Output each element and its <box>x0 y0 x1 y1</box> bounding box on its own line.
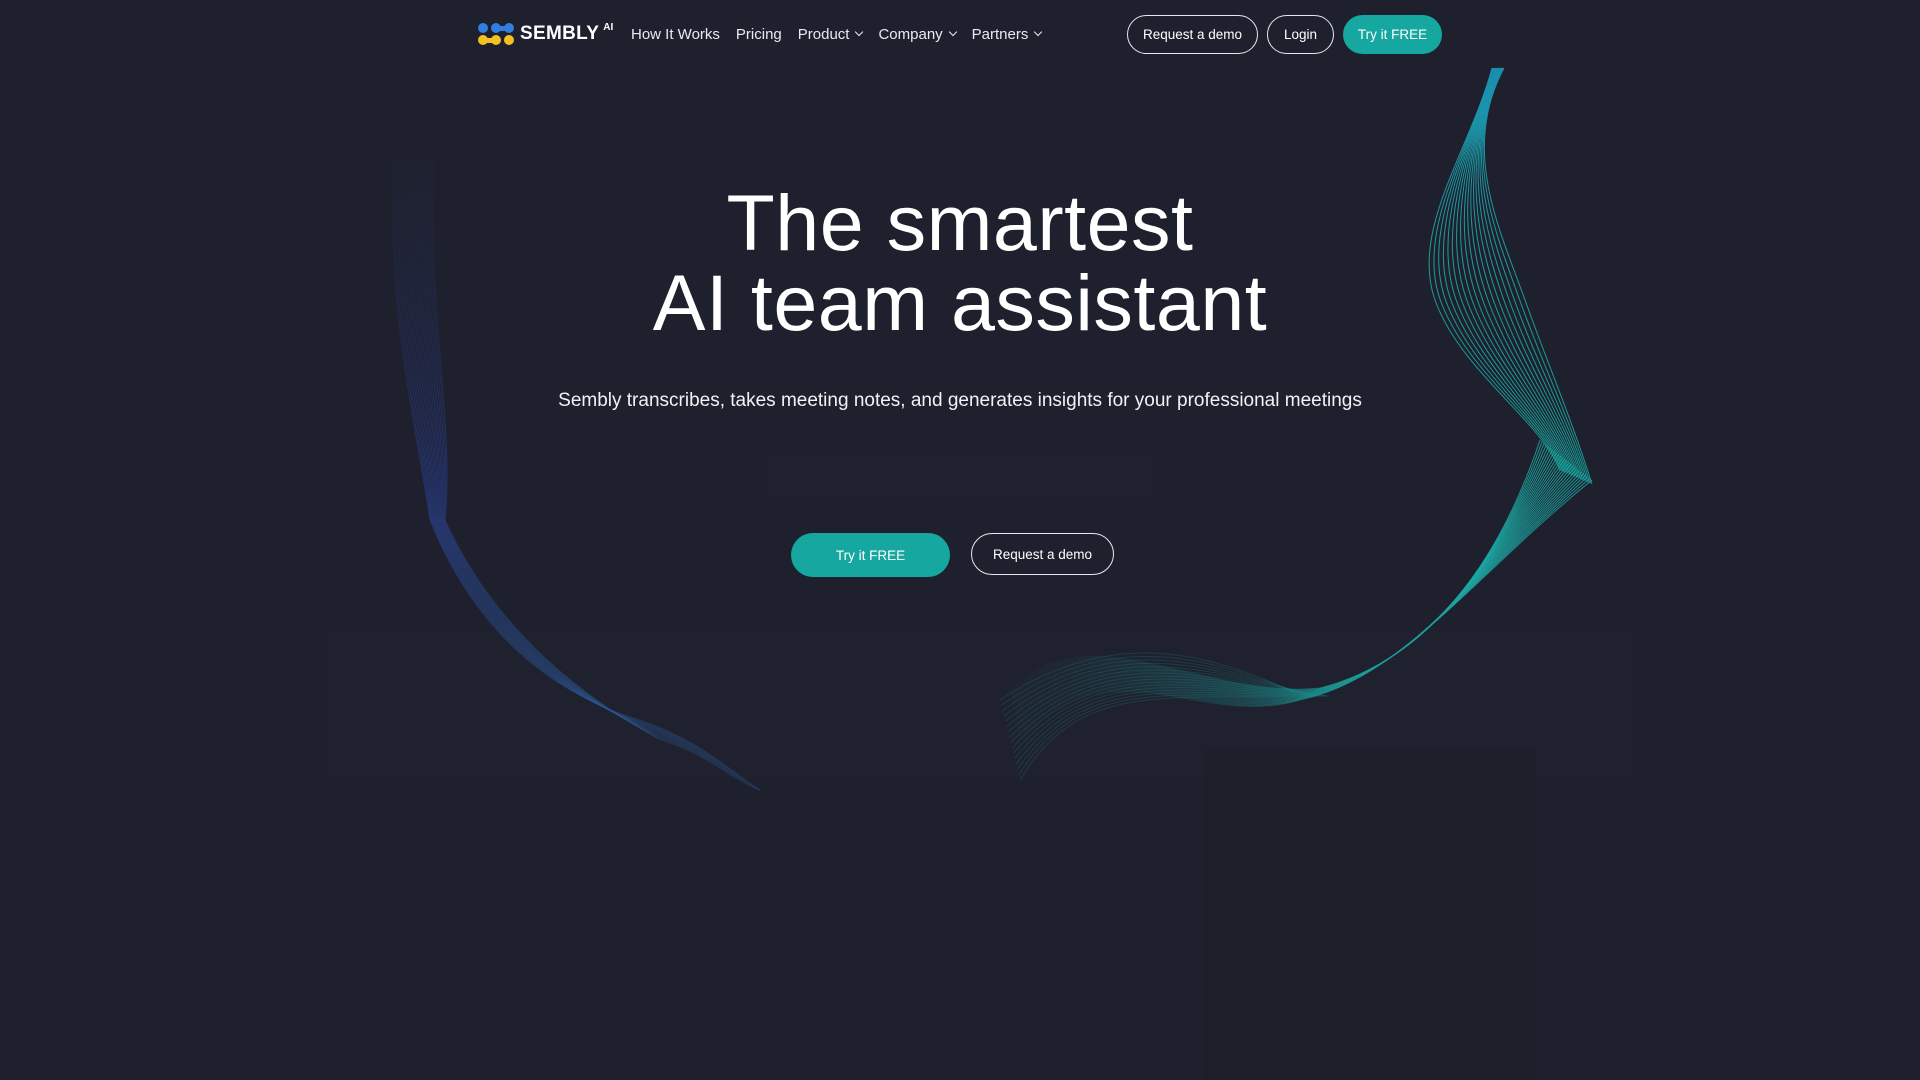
logo-ai-superscript: AI <box>603 21 614 33</box>
nav-label: Pricing <box>735 25 782 43</box>
main-nav: How It Works Pricing Product Company Par… <box>631 22 1057 46</box>
hero-subtitle: Sembly transcribes, takes meeting notes,… <box>558 390 1362 411</box>
nav-label: Company <box>878 25 943 43</box>
header-actions: Request a demo Login Try it FREE <box>1127 15 1442 54</box>
nav-label: Partners <box>971 25 1029 43</box>
nav-label: Product <box>797 25 850 43</box>
nav-pricing[interactable]: Pricing <box>736 26 782 43</box>
nav-label: How It Works <box>631 25 720 43</box>
header-try-free-button[interactable]: Try it FREE <box>1343 15 1442 54</box>
chevron-down-icon <box>855 27 864 37</box>
hero-actions: Try it FREE Request a demo <box>791 533 1114 577</box>
logo-wordmark: SEMBLY <box>520 23 600 44</box>
background-panel-right <box>1203 750 1535 1080</box>
sembly-logo[interactable]: SEMBLY AI <box>478 20 613 48</box>
hero-title-line-1: The smartest <box>726 178 1194 267</box>
login-button[interactable]: Login <box>1267 15 1334 54</box>
hero-title: The smartest AI team assistant <box>0 183 1920 343</box>
hero-title-line-2: AI team assistant <box>652 258 1268 347</box>
chevron-down-icon <box>1034 27 1043 37</box>
nav-company[interactable]: Company <box>878 25 957 43</box>
hero-placeholder-box <box>768 456 1152 496</box>
hero-try-free-button[interactable]: Try it FREE <box>791 533 950 577</box>
chevron-down-icon <box>948 27 957 37</box>
nav-product[interactable]: Product <box>797 25 864 43</box>
hero-request-demo-button[interactable]: Request a demo <box>971 533 1114 575</box>
logo-mark-icon <box>478 22 514 46</box>
nav-partners[interactable]: Partners <box>971 25 1043 43</box>
nav-how-it-works[interactable]: How It Works <box>631 26 720 43</box>
header-request-demo-button[interactable]: Request a demo <box>1127 15 1258 54</box>
site-header: SEMBLY AI How It Works Pricing Product C… <box>0 0 1920 68</box>
